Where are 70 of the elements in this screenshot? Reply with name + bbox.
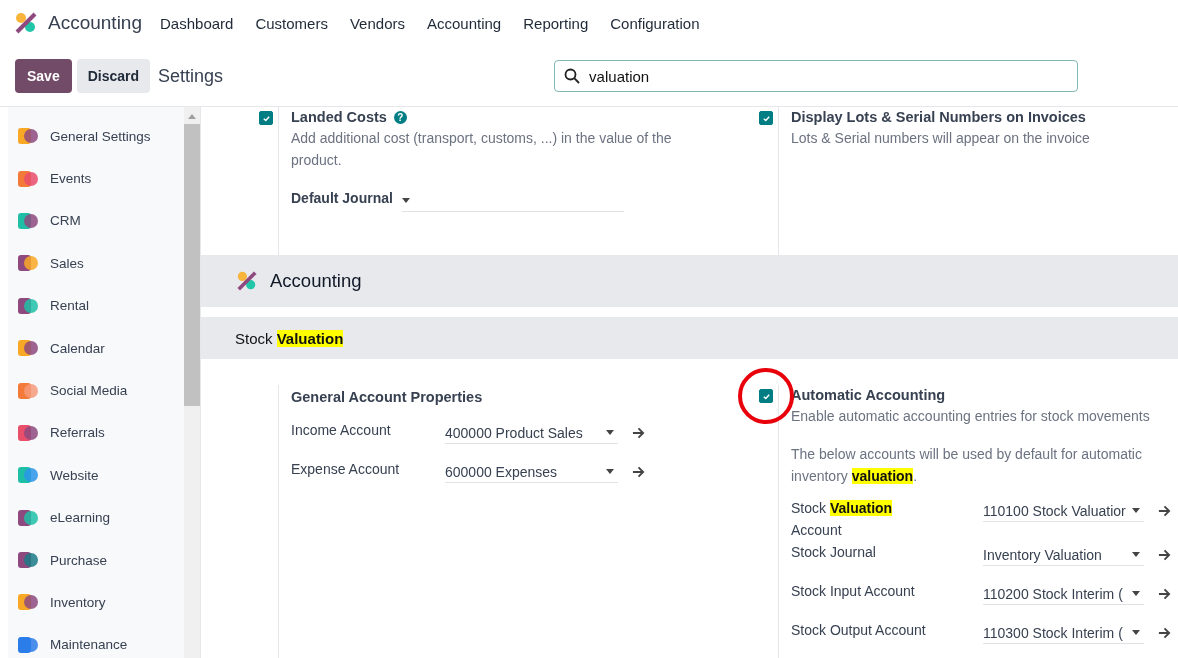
- field-label: Stock Valuation Account: [791, 499, 894, 540]
- sidebar-item[interactable]: General Settings: [8, 115, 184, 158]
- check-icon: [261, 113, 271, 123]
- menu-item[interactable]: Accounting: [427, 14, 502, 32]
- section-title: Accounting: [270, 270, 362, 292]
- arrow-right-icon[interactable]: [1158, 549, 1171, 561]
- select-field[interactable]: 400000 Product Sales: [445, 422, 618, 444]
- caret-icon: [606, 430, 614, 435]
- menu-item[interactable]: Vendors: [349, 14, 405, 32]
- field-label: Default Journal: [291, 189, 394, 208]
- sidebar-item[interactable]: Events: [8, 157, 184, 200]
- scrollbar[interactable]: [184, 107, 200, 658]
- caret-icon: [606, 469, 614, 474]
- page-title: Settings: [158, 65, 224, 87]
- setting-note: The below accounts will be used by default for automatic inventory valuation.: [791, 445, 1143, 486]
- sidebar-item[interactable]: eLearning: [8, 496, 184, 539]
- select-field[interactable]: 110300 Stock Interim (: [983, 622, 1144, 644]
- arrow-right-icon[interactable]: [632, 466, 645, 478]
- setting-description: Lots & Serial numbers will appear on the invoice: [791, 129, 1091, 148]
- field-label: Stock Journal: [791, 543, 877, 562]
- app-name[interactable]: Accounting: [48, 12, 142, 34]
- sidebar-item[interactable]: Inventory: [8, 581, 184, 624]
- setting-description: Add additional cost (transport, customs, ...) in the value of the product.: [291, 129, 673, 170]
- search-icon: [564, 68, 581, 84]
- caret-icon: [1132, 630, 1140, 635]
- sidebar-item[interactable]: Maintenance: [8, 623, 184, 658]
- sidebar-item[interactable]: Rental: [8, 284, 184, 327]
- setting-title: Landed Costs: [291, 109, 387, 125]
- select-field[interactable]: 110200 Stock Interim (: [983, 583, 1144, 605]
- search-field[interactable]: valuation: [554, 60, 1079, 92]
- select-field[interactable]: 110100 Stock Valuatior: [983, 500, 1144, 522]
- sidebar-item[interactable]: Website: [8, 454, 184, 497]
- field-label: Expense Account: [291, 460, 401, 479]
- sidebar-item[interactable]: Social Media: [8, 369, 184, 412]
- arrow-right-icon[interactable]: [1158, 505, 1171, 517]
- check-icon: [761, 113, 771, 123]
- caret-icon: [1132, 591, 1140, 596]
- sidebar-item[interactable]: Calendar: [8, 326, 184, 370]
- sidebar-item[interactable]: Sales: [8, 242, 184, 285]
- setting-description: Enable automatic accounting entries for stock movements: [791, 407, 1151, 426]
- checkbox[interactable]: [759, 389, 773, 403]
- arrow-right-icon[interactable]: [1158, 588, 1171, 600]
- subsection-title: Stock Valuation: [235, 329, 344, 347]
- discard-button[interactable]: Discard: [76, 59, 151, 93]
- menu-item[interactable]: Dashboard: [160, 14, 234, 32]
- checkbox[interactable]: [259, 111, 273, 125]
- caret-icon: [1132, 552, 1140, 557]
- sidebar-item[interactable]: Purchase: [8, 538, 184, 582]
- help-icon[interactable]: ?: [393, 110, 407, 124]
- setting-title: Display Lots & Serial Numbers on Invoices: [791, 109, 1086, 125]
- select-field[interactable]: 600000 Expenses: [445, 461, 618, 483]
- check-icon: [761, 391, 771, 401]
- arrow-right-icon[interactable]: [632, 427, 645, 439]
- arrow-right-icon[interactable]: [1158, 627, 1171, 639]
- field-label: Stock Output Account: [791, 621, 927, 640]
- field-label: Income Account: [291, 421, 392, 440]
- sidebar-item[interactable]: Referrals: [8, 411, 184, 455]
- select-field[interactable]: Inventory Valuation: [983, 544, 1144, 566]
- setting-title: General Account Properties: [291, 389, 483, 405]
- menu-item[interactable]: Customers: [255, 14, 328, 32]
- sidebar-item[interactable]: CRM: [8, 199, 184, 243]
- app-logo-icon[interactable]: [14, 11, 38, 35]
- app-logo-icon: [236, 270, 258, 292]
- menu-item[interactable]: Configuration: [610, 14, 700, 32]
- checkbox[interactable]: [759, 111, 773, 125]
- caret-icon: [1132, 508, 1140, 513]
- field-label: Stock Input Account: [791, 582, 916, 601]
- caret-icon: [402, 198, 410, 203]
- menu-item[interactable]: Reporting: [523, 14, 589, 32]
- save-button[interactable]: Save: [15, 59, 72, 93]
